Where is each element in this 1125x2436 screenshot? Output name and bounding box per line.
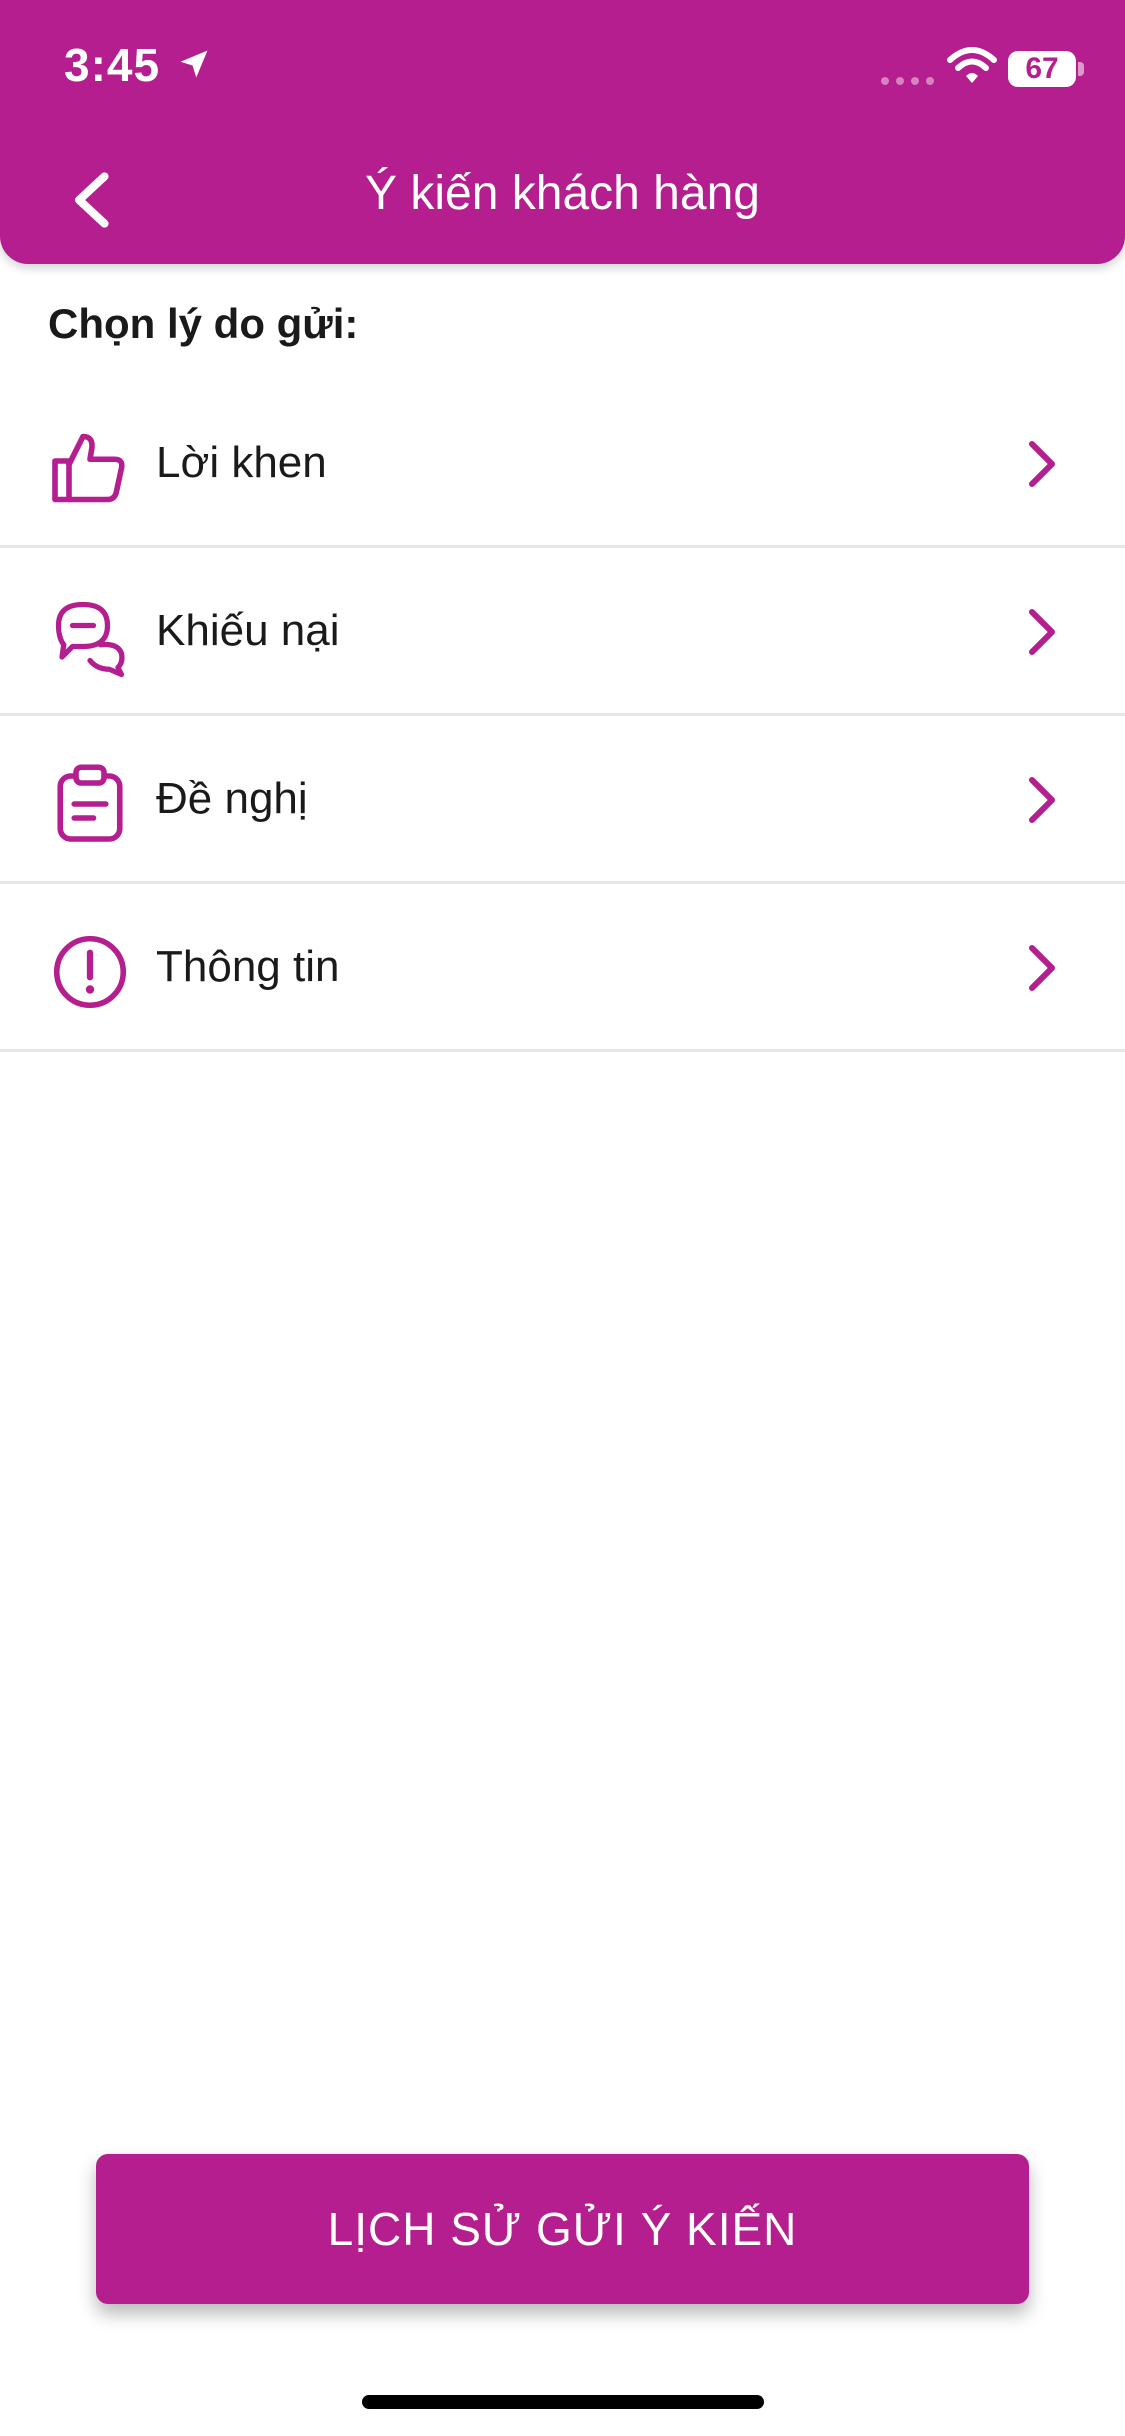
reason-label: Lời khen (156, 438, 327, 487)
reason-label: Đề nghị (156, 774, 308, 823)
home-indicator (362, 2395, 764, 2409)
reason-item-complaint[interactable]: Khiếu nại (0, 548, 1125, 716)
section-label: Chọn lý do gửi: (48, 300, 359, 347)
wifi-icon (947, 47, 997, 83)
feedback-history-button[interactable]: LỊCH SỬ GỬI Ý KIẾN (96, 2154, 1029, 2304)
chevron-right-icon (1029, 777, 1055, 823)
thumbs-up-icon (52, 433, 125, 503)
cellular-signal-icon (881, 77, 934, 85)
page-title: Ý kiến khách hàng (365, 167, 760, 220)
location-arrow-icon (180, 50, 208, 78)
reason-item-compliment[interactable]: Lời khen (0, 380, 1125, 548)
chevron-right-icon (1029, 945, 1055, 991)
reason-label: Thông tin (156, 942, 340, 991)
reason-list: Lời khen Khiếu nại Đề nghị Thông tin (0, 380, 1125, 1052)
exclamation-circle-icon (53, 935, 127, 1009)
chevron-right-icon (1029, 609, 1055, 655)
chevron-right-icon (1029, 441, 1055, 487)
battery-tip (1078, 62, 1084, 76)
header: 3:45 67 Ý kiến khách hàng (0, 0, 1125, 264)
battery-indicator: 67 (1008, 51, 1076, 87)
reason-label: Khiếu nại (156, 606, 340, 655)
reason-item-suggestion[interactable]: Đề nghị (0, 716, 1125, 884)
chat-bubbles-icon (55, 601, 125, 678)
reason-item-information[interactable]: Thông tin (0, 884, 1125, 1052)
clipboard-icon (57, 764, 123, 842)
status-time: 3:45 (64, 39, 161, 91)
